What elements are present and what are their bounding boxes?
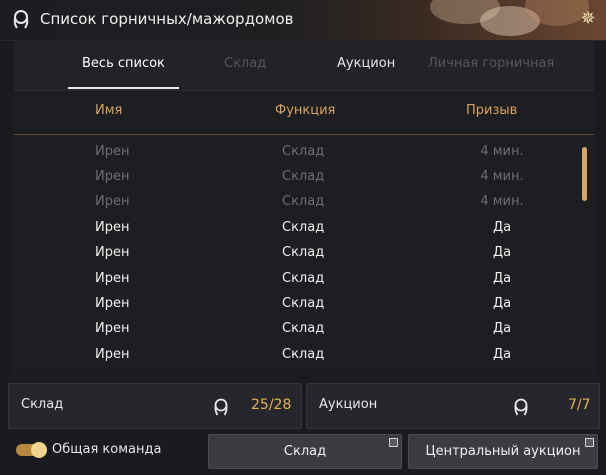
warehouse-button[interactable]: Склад: [208, 434, 402, 469]
maid-icon: [514, 398, 528, 416]
cell-function: Склад: [282, 321, 325, 336]
popout-icon: [389, 438, 398, 447]
table-body: Ирен Склад 4 мин. Ирен Склад 4 мин. Ирен…: [14, 136, 584, 374]
cell-name: Ирен: [95, 271, 130, 286]
title-bar: Список горничных/мажордомов ✵: [0, 0, 606, 41]
cell-function: Склад: [282, 245, 325, 260]
cell-call: 4 мин.: [480, 194, 524, 209]
table-row[interactable]: Ирен Склад Да: [14, 242, 584, 267]
tab-warehouse[interactable]: Склад: [224, 56, 266, 71]
popout-icon: [585, 438, 594, 447]
table-header: Имя Функция Призыв: [14, 91, 594, 135]
table-row[interactable]: Ирен Склад Да: [14, 344, 584, 369]
central-auction-button-label: Центральный аукцион: [425, 444, 581, 459]
table-row[interactable]: Ирен Склад Да: [14, 293, 584, 318]
cell-call: 4 мин.: [480, 144, 524, 159]
cell-function: Склад: [282, 169, 325, 184]
warehouse-count: 25/28: [251, 397, 292, 413]
cell-name: Ирен: [95, 169, 130, 184]
table-row[interactable]: Ирен Склад 4 мин.: [14, 166, 584, 191]
cell-call: Да: [492, 271, 512, 286]
cell-call: Да: [492, 245, 512, 260]
column-header-call: Призыв: [466, 103, 518, 118]
scrollbar-thumb[interactable]: [582, 147, 587, 201]
tab-all-list[interactable]: Весь список: [68, 56, 179, 89]
table-row[interactable]: Ирен Склад Да: [14, 268, 584, 293]
column-header-name: Имя: [95, 103, 123, 118]
toggle-knob: [31, 442, 47, 458]
column-header-function: Функция: [275, 103, 336, 118]
cell-name: Ирен: [95, 347, 130, 362]
cell-name: Ирен: [95, 321, 130, 336]
cell-call: Да: [492, 220, 512, 235]
central-auction-button[interactable]: Центральный аукцион: [408, 434, 598, 469]
table-row[interactable]: Ирен Склад Да: [14, 318, 584, 343]
shared-command-label: Общая команда: [52, 442, 162, 457]
cell-function: Склад: [282, 271, 325, 286]
maid-icon: [13, 10, 29, 29]
table-row[interactable]: Ирен Склад Да: [14, 217, 584, 242]
cell-call: 4 мин.: [480, 169, 524, 184]
cell-function: Склад: [282, 347, 325, 362]
cell-function: Склад: [282, 220, 325, 235]
cell-name: Ирен: [95, 296, 130, 311]
cell-function: Склад: [282, 144, 325, 159]
shared-command-toggle[interactable]: [16, 442, 47, 458]
cell-name: Ирен: [95, 245, 130, 260]
maid-table: Имя Функция Призыв Ирен Склад 4 мин. Ире…: [14, 91, 594, 375]
cell-name: Ирен: [95, 194, 130, 209]
auction-summary-label: Аукцион: [319, 397, 378, 412]
maid-icon: [214, 398, 228, 416]
cell-function: Склад: [282, 194, 325, 209]
tab-auction[interactable]: Аукцион: [337, 56, 395, 71]
tab-personal-maid[interactable]: Личная горничная: [428, 56, 554, 71]
cell-function: Склад: [282, 296, 325, 311]
table-row[interactable]: Ирен Склад 4 мин.: [14, 191, 584, 216]
cell-name: Ирен: [95, 144, 130, 159]
window-title: Список горничных/мажордомов: [40, 10, 294, 28]
cell-call: Да: [492, 296, 512, 311]
auction-summary: Аукцион 7/7: [306, 383, 600, 429]
warehouse-button-label: Склад: [283, 444, 327, 459]
cell-call: Да: [492, 321, 512, 336]
warehouse-summary-label: Склад: [21, 397, 64, 412]
gear-star-icon[interactable]: ✵: [576, 7, 600, 31]
auction-count: 7/7: [568, 397, 591, 413]
tab-bar: Весь список Склад Аукцион Личная горничн…: [14, 40, 594, 91]
cell-name: Ирен: [95, 220, 130, 235]
table-row[interactable]: Ирен Склад 4 мин.: [14, 141, 584, 166]
warehouse-summary: Склад 25/28: [8, 383, 302, 429]
cell-call: Да: [492, 347, 512, 362]
